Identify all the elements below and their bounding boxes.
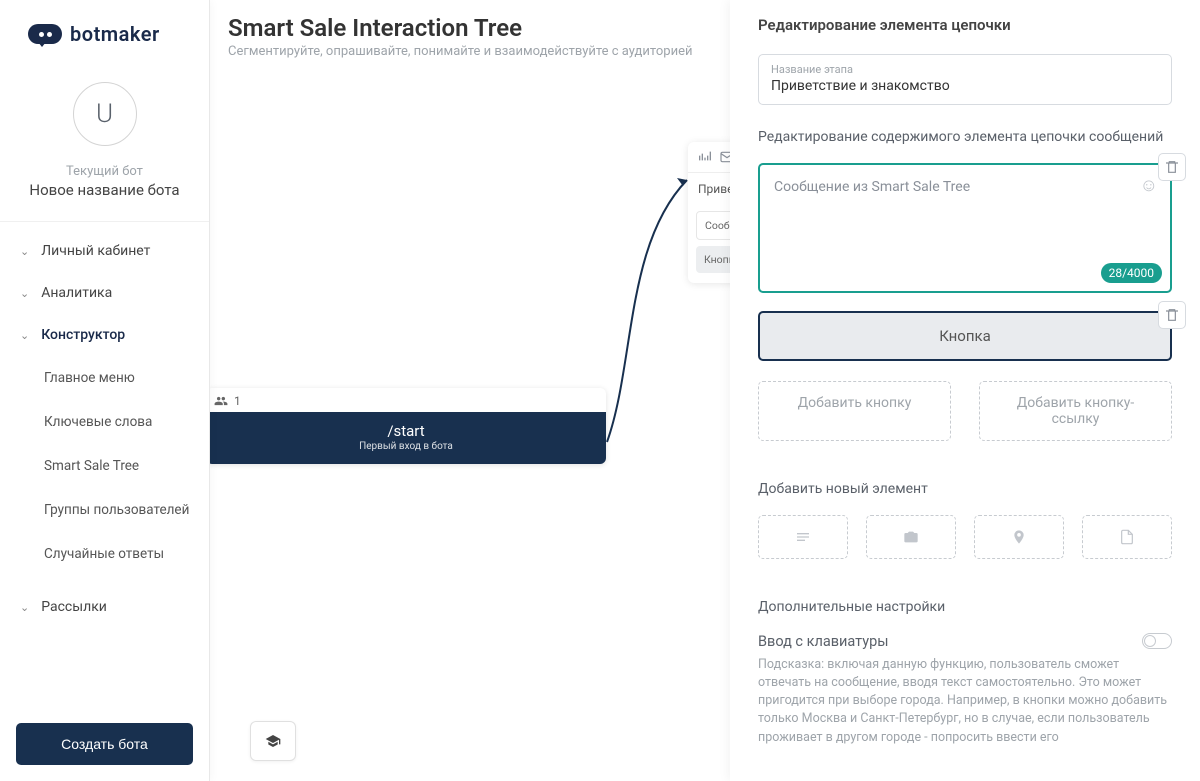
nav-label: Рассылки <box>41 599 107 615</box>
sidebar: botmaker U Текущий бот Новое название бо… <box>0 0 210 781</box>
trash-icon <box>1164 159 1180 175</box>
chart-icon[interactable] <box>696 148 714 166</box>
panel-title: Редактирование элемента цепочки <box>730 0 1200 46</box>
field-value: Приветствие и знакомство <box>771 78 1159 94</box>
message-text: Сообщение из Smart Sale Tree <box>774 179 1156 195</box>
nav-sub-random-answers[interactable]: Случайные ответы <box>0 532 209 576</box>
add-element-label: Добавить новый элемент <box>758 481 1172 497</box>
step-node-title: Приветствие и знакомство <box>698 182 730 196</box>
start-node[interactable]: 1 /start Первый вход в бота <box>210 388 606 464</box>
help-button[interactable] <box>250 721 296 761</box>
logo[interactable]: botmaker <box>0 0 209 64</box>
page-title: Smart Sale Interaction Tree <box>228 14 712 42</box>
step-node-message[interactable]: Сообщение из Smart Sale Tree <box>696 211 730 240</box>
keyboard-input-label: Ввод с клавиатуры <box>758 633 888 650</box>
start-node-count: 1 <box>234 394 241 408</box>
mail-icon[interactable] <box>718 148 730 166</box>
users-icon <box>214 394 228 408</box>
logo-text: botmaker <box>70 22 160 46</box>
message-card: Сообщение из Smart Sale Tree ☺ 28/4000 <box>758 163 1172 293</box>
settings-title: Дополнительные настройки <box>758 599 1172 615</box>
field-label: Название этапа <box>771 63 1159 76</box>
nav-label: Конструктор <box>41 327 125 343</box>
keyboard-input-toggle[interactable] <box>1142 633 1172 649</box>
chevron-down-icon: ⌄ <box>20 601 29 614</box>
pin-icon <box>1011 529 1027 545</box>
char-counter: 28/4000 <box>1101 263 1162 283</box>
file-icon <box>1119 529 1135 545</box>
camera-icon <box>903 529 919 545</box>
nav-personal-account[interactable]: ⌄ Личный кабинет <box>0 230 209 272</box>
start-subtitle: Первый вход в бота <box>214 441 598 452</box>
nav-label: Аналитика <box>41 285 112 301</box>
page-subtitle: Сегментируйте, опрашивайте, понимайте и … <box>228 44 712 59</box>
nav-sub-sale-tree[interactable]: Smart Sale Tree <box>0 444 209 488</box>
trash-icon <box>1164 307 1180 323</box>
user-block: U Текущий бот Новое название бота <box>0 64 209 222</box>
logo-icon <box>28 24 62 44</box>
emoji-icon[interactable]: ☺ <box>1140 175 1158 196</box>
nav-sub-user-groups[interactable]: Группы пользователей <box>0 488 209 532</box>
create-bot-button[interactable]: Создать бота <box>16 723 193 765</box>
graduation-icon <box>265 733 281 749</box>
avatar[interactable]: U <box>73 82 137 146</box>
start-command: /start <box>214 422 598 440</box>
nav-constructor[interactable]: ⌄ Конструктор <box>0 314 209 356</box>
nav-sub-keywords[interactable]: Ключевые слова <box>0 400 209 444</box>
keyboard-input-hint: Подсказка: включая данную функцию, польз… <box>758 656 1172 747</box>
content-section-label: Редактирование содержимого элемента цепо… <box>758 129 1172 145</box>
canvas[interactable]: Smart Sale Interaction Tree Сегментируйт… <box>210 0 730 781</box>
current-bot-name[interactable]: Новое название бота <box>29 181 179 199</box>
add-location-element[interactable] <box>974 515 1064 559</box>
nav-label: Личный кабинет <box>41 243 150 259</box>
properties-panel: Редактирование элемента цепочки Название… <box>730 0 1200 781</box>
add-link-button-button[interactable]: Добавить кнопку-ссылку <box>979 381 1172 441</box>
nav-analytics[interactable]: ⌄ Аналитика <box>0 272 209 314</box>
message-textarea[interactable]: Сообщение из Smart Sale Tree ☺ 28/4000 <box>758 163 1172 293</box>
delete-button-button[interactable] <box>1158 301 1186 329</box>
stage-name-field[interactable]: Название этапа Приветствие и знакомство <box>758 54 1172 105</box>
text-icon <box>795 529 811 545</box>
chevron-down-icon: ⌄ <box>20 329 29 342</box>
add-image-element[interactable] <box>866 515 956 559</box>
delete-message-button[interactable] <box>1158 153 1186 181</box>
step-node-button[interactable]: Кнопка ⊕ <box>696 246 730 273</box>
current-bot-label: Текущий бот <box>66 164 143 179</box>
button-card: Кнопка <box>758 311 1172 361</box>
chevron-down-icon: ⌄ <box>20 287 29 300</box>
chevron-down-icon: ⌄ <box>20 245 29 258</box>
nav-sub-main-menu[interactable]: Главное меню <box>0 356 209 400</box>
nav-mailings[interactable]: ⌄ Рассылки <box>0 586 209 628</box>
nav: ⌄ Личный кабинет ⌄ Аналитика ⌄ Конструкт… <box>0 222 209 707</box>
add-text-element[interactable] <box>758 515 848 559</box>
button-element[interactable]: Кнопка <box>758 311 1172 361</box>
step-node[interactable]: Приветствие и знакомство ⊕ Сообщение из … <box>688 142 730 283</box>
add-button-button[interactable]: Добавить кнопку <box>758 381 951 441</box>
add-file-element[interactable] <box>1082 515 1172 559</box>
